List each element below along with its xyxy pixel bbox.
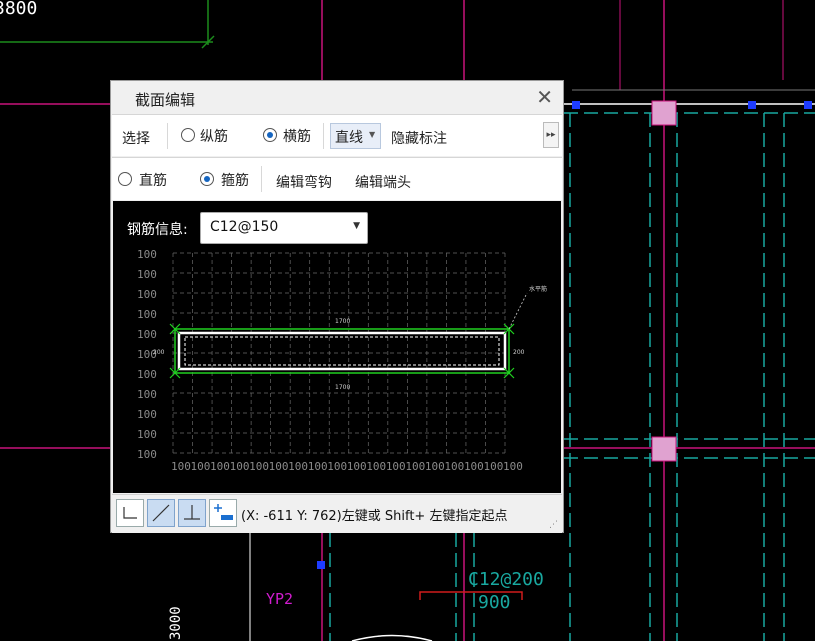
add-point-icon[interactable] <box>209 499 237 527</box>
grid-tick-label: 100 <box>366 460 386 473</box>
leader-note: 水平筋 <box>529 285 547 293</box>
transverse-radio[interactable] <box>263 128 277 142</box>
perpendicular-snap-icon[interactable] <box>178 499 206 527</box>
toolbar-separator <box>261 166 262 192</box>
orthogonal-snap-icon[interactable] <box>116 499 144 527</box>
grid-tick-label: 100 <box>210 460 230 473</box>
grid-tick-label: 100 <box>137 408 157 421</box>
grid-tick-label: 100 <box>347 460 367 473</box>
angle-snap-icon[interactable] <box>147 499 175 527</box>
grid-tick-label: 100 <box>191 460 211 473</box>
close-icon[interactable]: ✕ <box>536 85 553 109</box>
select-label[interactable]: 选择 <box>122 128 150 148</box>
grid-tick-label: 100 <box>503 460 523 473</box>
column-node[interactable] <box>651 100 677 126</box>
grid-tick-label: 100 <box>444 460 464 473</box>
section-outline <box>174 328 510 374</box>
grid-tick-label: 100 <box>137 368 157 381</box>
grid-tick-label: 100 <box>405 460 425 473</box>
grid-tick-label: 100 <box>386 460 406 473</box>
status-bar: (X: -611 Y: 762)左键或 Shift+ 左键指定起点 ⋰ <box>112 494 562 533</box>
grid-tick-label: 100 <box>137 428 157 441</box>
grid-tick-label: 100 <box>230 460 250 473</box>
grip-handle[interactable] <box>572 101 580 109</box>
dimension-text: 200 <box>153 349 165 356</box>
dimension-text: 1700 <box>335 318 350 325</box>
grid-tick-label: 100 <box>137 268 157 281</box>
line-mode-value: 直线 <box>335 130 363 146</box>
longitudinal-label[interactable]: 纵筋 <box>200 126 228 146</box>
edit-end-button[interactable]: 编辑端头 <box>355 172 411 192</box>
grid-tick-label: 100 <box>249 460 269 473</box>
stirrup-inner <box>184 336 500 366</box>
toolbar-separator <box>323 123 324 149</box>
line-mode-dropdown[interactable]: 直线 ▼ <box>330 123 381 149</box>
chevron-down-icon: ▼ <box>369 130 376 139</box>
dimension-text-vertical: 3000 <box>168 606 184 640</box>
grip-handle[interactable] <box>804 101 812 109</box>
hide-annotation-button[interactable]: 隐藏标注 <box>391 128 447 148</box>
grid-tick-label: 100 <box>137 388 157 401</box>
stirrup-outer <box>177 331 507 371</box>
rebar-dimension: 900 <box>478 592 511 613</box>
edit-hook-button[interactable]: 编辑弯钩 <box>276 172 332 192</box>
transverse-label[interactable]: 横筋 <box>283 126 311 146</box>
grid-tick-label: 100 <box>171 460 191 473</box>
leader-line <box>508 292 528 330</box>
toolbar-row-1: 选择 纵筋 横筋 直线 ▼ 隐藏标注 ▸▸ <box>112 114 562 156</box>
section-edit-dialog[interactable]: 截面编辑 ✕ 选择 纵筋 横筋 直线 ▼ 隐藏标注 ▸▸ 直筋 箍筋 编辑弯钩 … <box>110 80 564 533</box>
grid-tick-label: 100 <box>137 308 157 321</box>
stirrup-label[interactable]: 箍筋 <box>221 170 249 190</box>
dimension-text: 200 <box>513 349 525 356</box>
grid-tick-label: 100 <box>327 460 347 473</box>
grid-tick-label: 100 <box>425 460 445 473</box>
resize-grip-icon[interactable]: ⋰ <box>549 520 558 530</box>
toolbar-row-2: 直筋 箍筋 编辑弯钩 编辑端头 <box>112 157 562 200</box>
column-node[interactable] <box>651 436 677 462</box>
grid-tick-label: 100 <box>464 460 484 473</box>
grip-handle[interactable] <box>317 561 325 569</box>
grid-tick-label: 100 <box>137 328 157 341</box>
longitudinal-radio[interactable] <box>181 128 195 142</box>
section-preview-svg[interactable]: 100 100 100 100 100 100 100 100 100 100 100 100 100 1… <box>113 201 561 493</box>
grid-tick-label: 100 <box>483 460 503 473</box>
section-preview-canvas[interactable]: 钢筋信息: C12@150 ▼ 100 100 100 100 100 100 100 100… <box>113 201 561 493</box>
layer-label: YP2 <box>266 590 294 608</box>
grid-tick-label: 100 <box>269 460 289 473</box>
grid-tick-label: 100 <box>308 460 328 473</box>
straight-rebar-label[interactable]: 直筋 <box>139 170 167 190</box>
toolbar-overflow-icon[interactable]: ▸▸ <box>543 122 559 148</box>
stirrup-radio[interactable] <box>200 172 214 186</box>
dimension-text: 3800 <box>0 0 38 19</box>
toolbar-separator <box>167 123 168 149</box>
grip-handle[interactable] <box>748 101 756 109</box>
grid-tick-label: 100 <box>137 448 157 461</box>
dimension-text: 1700 <box>335 384 350 391</box>
straight-rebar-radio[interactable] <box>118 172 132 186</box>
status-text: (X: -611 Y: 762)左键或 Shift+ 左键指定起点 <box>241 509 508 524</box>
grid-tick-label: 100 <box>137 288 157 301</box>
rebar-label: C12@200 <box>468 569 544 590</box>
dialog-titlebar[interactable]: 截面编辑 ✕ <box>111 81 563 114</box>
grid-tick-label: 100 <box>288 460 308 473</box>
dialog-title: 截面编辑 <box>135 91 196 109</box>
curve-arc <box>351 634 433 641</box>
grid-tick-label: 100 <box>137 248 157 261</box>
